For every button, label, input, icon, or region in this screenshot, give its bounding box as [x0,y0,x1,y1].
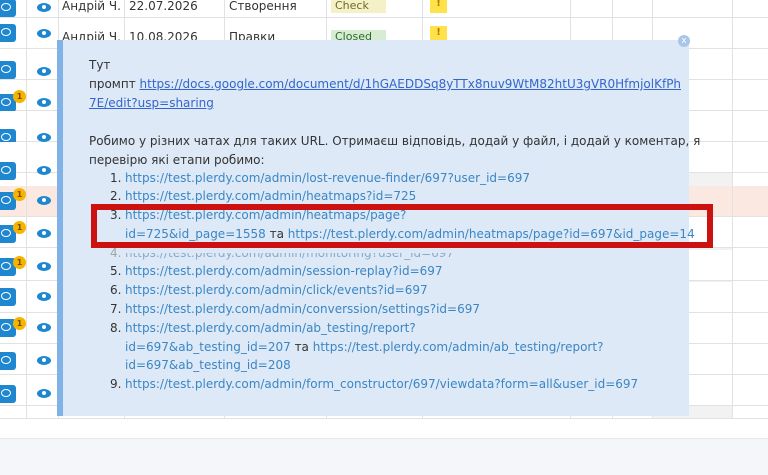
popup-intro: Робимо у різних чатах для таких URL. Отр… [89,134,701,148]
list-number: 8. [110,321,122,335]
eye-icon[interactable] [37,29,51,38]
eye-icon[interactable] [37,323,51,332]
comment-icon[interactable] [0,162,16,180]
list-number: 2. [110,189,122,203]
eye-icon[interactable] [37,389,51,398]
eye-icon[interactable] [37,229,51,238]
notification-badge: 1 [13,317,26,330]
eye-icon[interactable] [37,166,51,175]
list-number: 9. [110,377,122,391]
notification-badge: 1 [13,188,26,201]
list-number: 7. [110,302,122,316]
eye-icon[interactable] [37,67,51,76]
url-link-line: id=697&ab_testing_id=207 та https://test… [125,339,603,356]
list-number: 5. [110,264,122,278]
url-link[interactable]: https://test.plerdy.com/admin/ab_testing… [125,320,416,337]
comment-icon[interactable] [0,385,16,403]
prompt-line: промпт https://docs.google.com/document/… [89,76,681,93]
close-icon[interactable]: x [678,35,690,47]
comment-icon[interactable] [0,0,16,17]
eye-icon[interactable] [37,3,51,12]
warning-icon: ! [430,0,447,13]
column-divider [732,0,733,418]
eye-icon[interactable] [37,292,51,301]
url-link[interactable]: https://test.plerdy.com/admin/heatmaps?i… [125,188,416,205]
url-link[interactable]: https://test.plerdy.com/admin/lost-reven… [125,170,530,187]
url-link[interactable]: https://test.plerdy.com/admin/session-re… [125,263,443,280]
eye-icon[interactable] [37,133,51,142]
stage-cell: Створення [229,0,297,13]
notification-badge: 1 [13,221,26,234]
comment-icon[interactable] [0,352,16,370]
url-link[interactable]: id=697&ab_testing_id=207 [125,340,291,354]
list-number: 1. [110,171,122,185]
url-link[interactable]: https://test.plerdy.com/admin/ab_testing… [313,340,604,354]
prompt-link[interactable]: https://docs.google.com/document/d/1hGAE… [140,77,682,91]
user-cell: Андрій Ч. [62,0,121,13]
notification-badge: 1 [13,90,26,103]
comment-icon[interactable] [0,288,16,306]
prompt-link-cont[interactable]: 7E/edit?usp=sharing [89,95,214,112]
joiner-text: та [290,340,313,354]
popup-intro-cont: перевірю які етапи робимо: [89,153,265,167]
url-link[interactable]: https://test.plerdy.com/admin/form_const… [125,376,638,393]
eye-icon[interactable] [37,356,51,365]
eye-icon[interactable] [37,98,51,107]
comment-icon[interactable] [0,24,16,42]
url-link[interactable]: https://test.plerdy.com/admin/converssio… [125,301,480,318]
prompt-link-part[interactable]: 7E/edit?usp=sharing [89,96,214,110]
url-link[interactable]: id=697&ab_testing_id=208 [125,357,291,374]
status-badge: Check [331,0,386,13]
column-divider [26,0,27,418]
notification-badge: 1 [13,256,26,269]
prompt-label: промпт [89,77,140,91]
date-cell: 22.07.2026 [129,0,198,13]
eye-icon[interactable] [37,196,51,205]
eye-icon[interactable] [37,262,51,271]
comment-icon[interactable] [0,61,16,79]
popup-heading: Тут [89,58,111,72]
highlight-box [91,204,713,248]
url-link[interactable]: https://test.plerdy.com/admin/click/even… [125,282,428,299]
page-footer [0,438,768,475]
list-number: 6. [110,283,122,297]
